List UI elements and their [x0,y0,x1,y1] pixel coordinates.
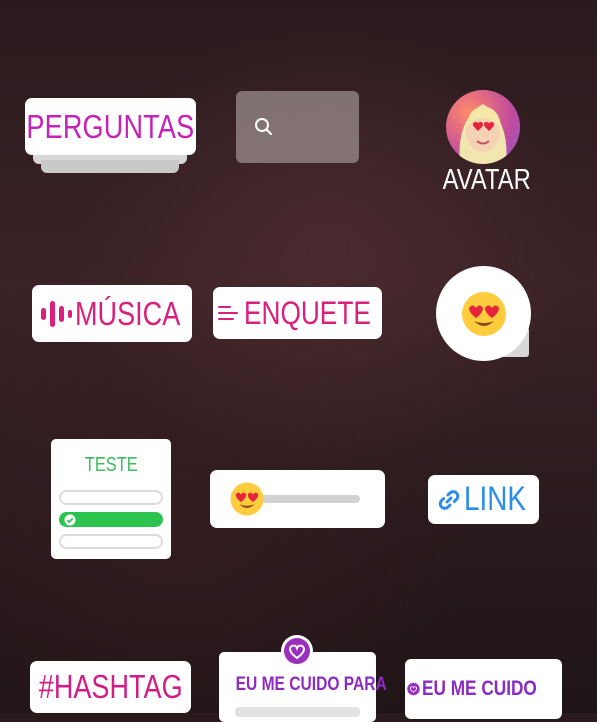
perguntas-sticker[interactable]: PERGUNTAS [25,98,196,155]
emoji-slider-bar-sticker[interactable] [210,470,385,528]
poll-lines-icon [218,306,239,320]
enquete-label: ENQUETE [244,294,371,331]
teste-quiz-sticker[interactable]: TESTE [51,439,171,559]
link-label: LINK [463,480,526,518]
musica-label: MÚSICA [74,294,181,332]
eu-me-cuido-label: EU ME CUIDO [421,677,537,700]
hashtag-label: #HASHTAG [38,668,183,705]
avatar-label: AVATAR [442,164,531,196]
heart-badge-icon [284,638,310,664]
perguntas-stack-shadow-2 [41,160,179,173]
eu-me-cuido-para-label: EU ME CUIDO PARA [235,674,387,695]
musica-sticker[interactable]: MÚSICA [32,285,192,342]
check-icon [64,514,76,526]
search-icon [255,118,272,135]
music-bars-icon [40,300,72,327]
link-sticker[interactable]: LINK [428,475,539,524]
quiz-option-3[interactable] [59,534,163,549]
heart-badge [281,635,313,667]
avatar-sticker[interactable] [446,90,520,164]
quiz-option-1[interactable] [59,490,163,505]
heart-eyes-emoji-icon [461,291,506,336]
slider-emoji-icon[interactable] [229,481,265,517]
perguntas-label: PERGUNTAS [26,107,195,145]
teste-title: TESTE [84,454,138,476]
emoji-slider-sticker[interactable] [436,266,531,361]
eu-me-cuido-sticker[interactable]: EU ME CUIDO [405,659,562,719]
heart-circle-icon [407,682,420,696]
quiz-option-2-selected[interactable] [59,512,163,527]
search-sticker[interactable] [236,91,359,163]
hashtag-sticker[interactable]: #HASHTAG [30,661,191,713]
eu-me-cuido-input-line [235,707,360,717]
link-icon [438,489,459,510]
enquete-sticker[interactable]: ENQUETE [213,287,382,339]
avatar-face-icon [459,104,507,164]
